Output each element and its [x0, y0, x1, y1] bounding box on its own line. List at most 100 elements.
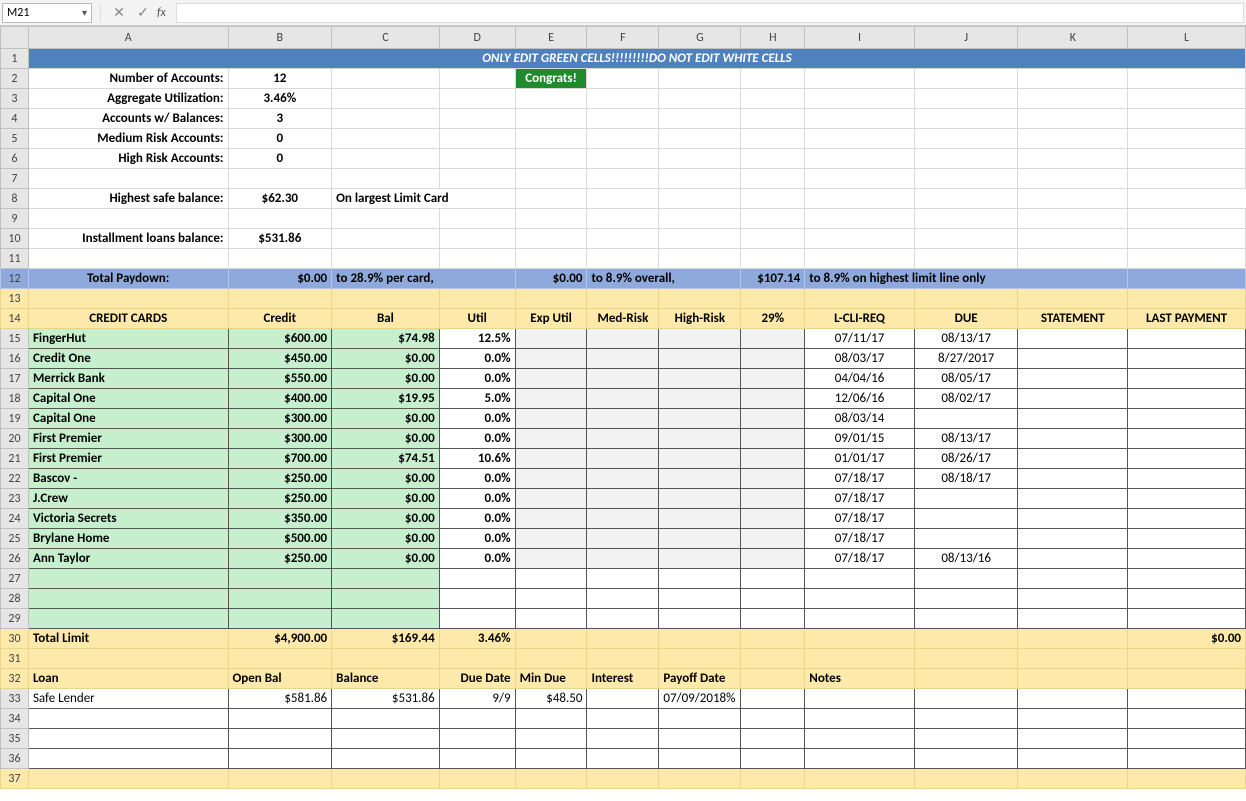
cell[interactable]: $450.00 [228, 349, 332, 369]
cell[interactable] [515, 529, 587, 549]
cell[interactable] [741, 509, 805, 529]
cell[interactable] [332, 609, 440, 629]
cell[interactable]: Notes [805, 669, 915, 689]
cell[interactable] [439, 289, 515, 309]
cell[interactable] [515, 189, 587, 209]
cell[interactable] [515, 449, 587, 469]
cell[interactable] [515, 649, 587, 669]
cell[interactable] [1018, 229, 1128, 249]
cell[interactable] [805, 249, 915, 269]
cell[interactable] [28, 769, 228, 789]
cell[interactable] [439, 649, 515, 669]
cell[interactable]: 07/18/17 [805, 549, 915, 569]
name-box[interactable]: M21 ▾ [2, 3, 92, 23]
cell[interactable]: $0.00 [332, 509, 440, 529]
cell[interactable]: 3.46% [439, 629, 515, 649]
cell[interactable] [1018, 109, 1128, 129]
cell[interactable] [515, 329, 587, 349]
cell[interactable] [741, 709, 805, 729]
cell[interactable] [228, 709, 332, 729]
cell[interactable]: L-CLI-REQ [805, 309, 915, 329]
cell[interactable] [805, 589, 915, 609]
cell[interactable] [515, 489, 587, 509]
cell[interactable]: $0.00 [515, 269, 587, 289]
cell[interactable] [587, 209, 659, 229]
col-header[interactable]: I [805, 27, 915, 49]
cell[interactable]: J.Crew [28, 489, 228, 509]
cell[interactable] [439, 69, 515, 89]
cell[interactable] [28, 569, 228, 589]
cell[interactable] [515, 149, 587, 169]
cell[interactable] [515, 229, 587, 249]
row-header[interactable]: 25 [1, 529, 29, 549]
cell[interactable] [1018, 289, 1128, 309]
cell[interactable] [28, 709, 228, 729]
cell[interactable]: 0 [228, 149, 332, 169]
cell[interactable] [659, 249, 741, 269]
row-header[interactable]: 24 [1, 509, 29, 529]
cell[interactable] [332, 709, 440, 729]
cell[interactable] [1018, 69, 1128, 89]
cell[interactable] [1128, 649, 1246, 669]
cell[interactable]: 09/01/15 [805, 429, 915, 449]
cell[interactable] [914, 629, 1018, 649]
row-header[interactable]: 32 [1, 669, 29, 689]
cell[interactable] [332, 209, 440, 229]
cell[interactable] [741, 169, 805, 189]
cell[interactable]: LAST PAYMENT [1128, 309, 1246, 329]
cell[interactable]: Aggregate Utilization: [28, 89, 228, 109]
row-header[interactable]: 27 [1, 569, 29, 589]
col-header[interactable]: G [659, 27, 741, 49]
cell[interactable] [587, 129, 659, 149]
cell[interactable] [1018, 249, 1128, 269]
cell[interactable] [1018, 549, 1128, 569]
cell[interactable]: $250.00 [228, 469, 332, 489]
cell[interactable] [1128, 689, 1246, 709]
row-header[interactable]: 33 [1, 689, 29, 709]
cell[interactable] [515, 589, 587, 609]
cell[interactable] [741, 229, 805, 249]
cell[interactable] [805, 149, 915, 169]
cell[interactable]: 07/18/17 [805, 489, 915, 509]
cell[interactable] [515, 349, 587, 369]
cell[interactable] [587, 429, 659, 449]
cell[interactable]: On largest Limit Card [332, 189, 515, 209]
cell[interactable] [515, 749, 587, 769]
cell[interactable]: $74.98 [332, 329, 440, 349]
cell[interactable] [1128, 609, 1246, 629]
cell[interactable] [741, 489, 805, 509]
cell[interactable]: 0.0% [439, 489, 515, 509]
cell[interactable] [587, 409, 659, 429]
cell[interactable] [28, 289, 228, 309]
cell[interactable] [439, 749, 515, 769]
cell[interactable]: Total Paydown: [28, 269, 228, 289]
row-header[interactable]: 16 [1, 349, 29, 369]
row-header[interactable]: 17 [1, 369, 29, 389]
cell[interactable]: Open Bal [228, 669, 332, 689]
cell[interactable]: Congrats! [515, 69, 587, 89]
cell[interactable]: $250.00 [228, 549, 332, 569]
cell[interactable] [659, 769, 741, 789]
cell[interactable] [28, 589, 228, 609]
cell[interactable]: Capital One [28, 409, 228, 429]
row-header[interactable]: 23 [1, 489, 29, 509]
cell[interactable] [515, 369, 587, 389]
cell[interactable] [914, 649, 1018, 669]
cell[interactable]: 08/13/17 [914, 329, 1018, 349]
cell[interactable]: High Risk Accounts: [28, 149, 228, 169]
cell[interactable] [332, 569, 440, 589]
cell[interactable]: $4,900.00 [228, 629, 332, 649]
cell[interactable] [587, 149, 659, 169]
cell[interactable] [741, 609, 805, 629]
row-header[interactable]: 10 [1, 229, 29, 249]
cell[interactable] [659, 189, 741, 209]
cell[interactable] [1018, 169, 1128, 189]
cell[interactable]: $531.86 [332, 689, 440, 709]
cell[interactable] [1128, 109, 1246, 129]
cell[interactable] [1128, 169, 1246, 189]
cell[interactable] [659, 169, 741, 189]
cell[interactable] [439, 729, 515, 749]
cell[interactable] [439, 89, 515, 109]
col-header[interactable]: D [439, 27, 515, 49]
cell[interactable]: 08/13/17 [914, 429, 1018, 449]
